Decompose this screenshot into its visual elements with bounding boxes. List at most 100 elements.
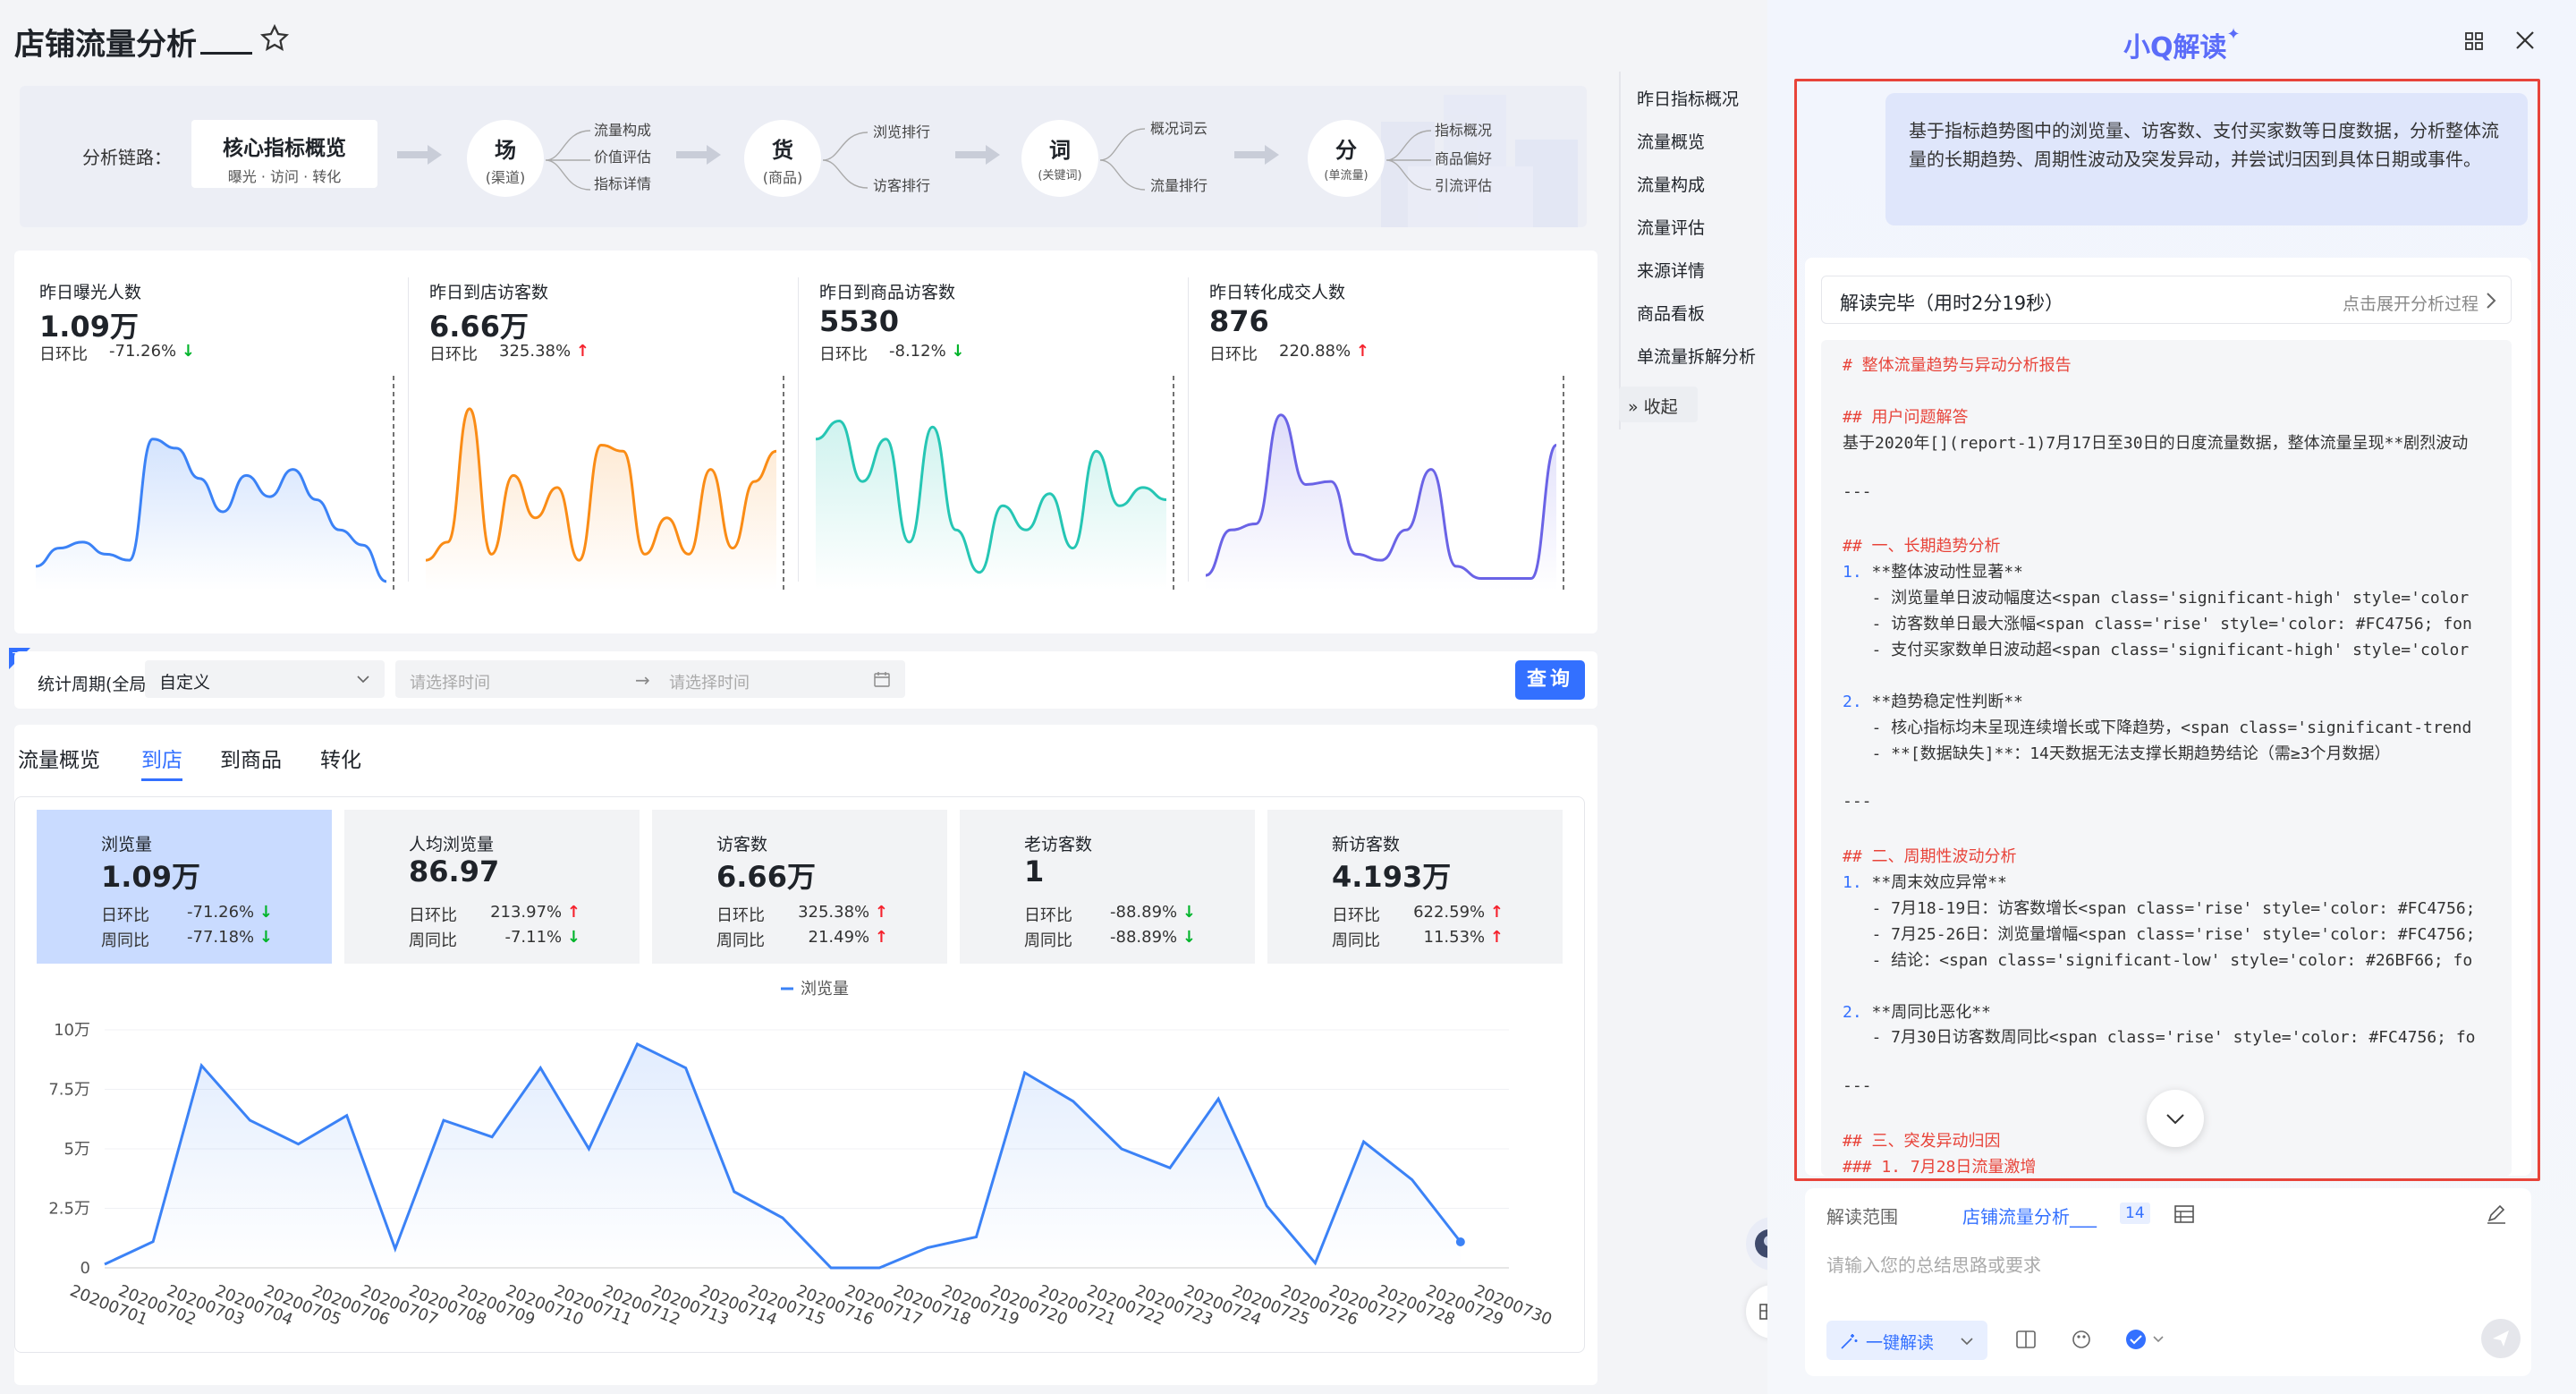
kpi-conversion[interactable]: 昨日转化成交人数 876 日环比 220.88% ↑: [1184, 251, 1574, 608]
collapse-button[interactable]: » 收起: [1619, 387, 1698, 422]
chevron-down-icon[interactable]: [1959, 1333, 1975, 1349]
sparkline-area: [1206, 414, 1556, 591]
tab-conversion[interactable]: 转化: [320, 743, 361, 773]
metric-card-new-visitors[interactable]: 新访客数 4.193万 日环比 622.59% ↑ 周同比 11.53% ↑: [1267, 810, 1563, 964]
magic-wand-icon: [1841, 1334, 1858, 1349]
filter-bar: 统计周期(全局) 自定义 请选择时间 → 请选择时间 查询: [14, 651, 1597, 709]
report-line: ---: [1843, 1076, 1872, 1096]
filter-label: 统计周期(全局): [38, 675, 153, 694]
chain-sub-item[interactable]: 概况词云: [1150, 116, 1208, 138]
report-line: 2. **周同比恶化**: [1843, 1002, 1991, 1022]
metric-day-ratio: 213.97% ↑: [490, 903, 580, 922]
core-metrics-box[interactable]: 核心指标概览 曝光 · 访问 · 转化: [191, 120, 377, 188]
expand-process-link[interactable]: 点击展开分析过程: [2343, 291, 2479, 315]
edit-icon[interactable]: [2485, 1203, 2508, 1226]
period-select[interactable]: 自定义: [145, 660, 385, 698]
tab-to-store[interactable]: 到店: [141, 743, 182, 781]
metric-card-old-visitors[interactable]: 老访客数 1 日环比 -88.89% ↓ 周同比 -88.89% ↓: [960, 810, 1255, 964]
chain-node-channel[interactable]: 场 (渠道): [467, 120, 544, 197]
report-line: # 整体流量趋势与异动分析报告: [1843, 356, 2072, 375]
kpi-value: 876: [1209, 304, 1269, 338]
close-icon[interactable]: [2513, 29, 2537, 52]
end-date-input[interactable]: 请选择时间: [669, 670, 750, 693]
chain-node-single[interactable]: 分 (单流量): [1308, 120, 1385, 197]
metric-day-ratio: -71.26% ↓: [187, 903, 273, 922]
metric-day-ratio: -88.89% ↓: [1110, 903, 1196, 922]
metric-week-ratio: -77.18% ↓: [187, 928, 273, 947]
node-title: 场: [495, 138, 516, 163]
arrow-right-icon: [1234, 145, 1279, 165]
tab-to-goods[interactable]: 到商品: [220, 743, 282, 773]
report-line: ### 1. 7月28日流量激增: [1843, 1157, 2037, 1176]
grid-icon[interactable]: [2463, 30, 2485, 52]
chain-sub-item[interactable]: 价值评估: [594, 145, 651, 166]
double-chevron-icon: »: [1628, 397, 1639, 417]
kpi-label: 昨日曝光人数: [39, 283, 142, 302]
date-range-picker[interactable]: 请选择时间 → 请选择时间: [395, 660, 905, 698]
chain-node-keyword[interactable]: 词 (关键词): [1021, 120, 1098, 197]
palette-icon[interactable]: [2068, 1326, 2095, 1353]
send-button[interactable]: [2481, 1319, 2521, 1358]
scroll-down-button[interactable]: [2147, 1090, 2204, 1147]
nav-item[interactable]: 流量概览: [1637, 129, 1705, 153]
kpi-ratio-label: 日环比: [819, 345, 868, 364]
one-click-interpret-button[interactable]: 一键解读: [1826, 1321, 1987, 1360]
scope-link[interactable]: 店铺流量分析___: [1962, 1203, 2097, 1228]
chain-sub-item[interactable]: 浏览排行: [873, 120, 930, 141]
nav-item[interactable]: 流量评估: [1637, 215, 1705, 239]
metrics-panel: 浏览量 1.09万 日环比 -71.26% ↓ 周同比 -77.18% ↓ 人均…: [14, 796, 1585, 1353]
report-line: ## 二、周期性波动分析: [1843, 847, 2017, 867]
report-line: 1. **周末效应异常**: [1843, 873, 2007, 892]
prompt-box: 解读范围 店铺流量分析___ 14 请输入您的总结思路或要求 一键解读: [1805, 1188, 2531, 1376]
model-select-icon[interactable]: [2123, 1326, 2168, 1353]
core-subtitle: 曝光 · 访问 · 转化: [227, 168, 342, 185]
nav-item[interactable]: 来源详情: [1637, 258, 1705, 282]
prompt-input[interactable]: 请输入您的总结思路或要求: [1826, 1251, 2041, 1277]
table-icon[interactable]: [2174, 1204, 2195, 1224]
node-title: 分: [1335, 138, 1357, 163]
kpi-sparkline: [425, 376, 784, 591]
metric-value: 4.193万: [1332, 860, 1452, 894]
query-button[interactable]: 查询: [1515, 660, 1585, 700]
scope-label: 解读范围: [1826, 1206, 1898, 1228]
metric-value: 1.09万: [101, 860, 200, 894]
answer-header[interactable]: 解读完毕（用时2分19秒） 点击展开分析过程: [1821, 276, 2512, 324]
chain-sub-item[interactable]: 流量构成: [594, 118, 651, 140]
tab-overview[interactable]: 流量概览: [18, 743, 100, 773]
start-date-input[interactable]: 请选择时间: [410, 670, 490, 693]
nav-item[interactable]: 商品看板: [1637, 301, 1705, 325]
report-line: - 结论：<span class='significant-low' style…: [1843, 950, 2473, 970]
chain-sub-item[interactable]: 指标概况: [1435, 118, 1492, 140]
metric-value: 1: [1024, 854, 1045, 888]
book-icon[interactable]: [2012, 1326, 2039, 1353]
nav-item[interactable]: 单流量拆解分析: [1637, 344, 1756, 368]
nav-item[interactable]: 昨日指标概况: [1637, 86, 1739, 110]
chain-sub-item[interactable]: 访客排行: [873, 174, 930, 195]
report-line: ---: [1843, 792, 1872, 812]
chain-node-goods[interactable]: 货 (商品): [744, 120, 821, 197]
metric-day-label: 日环比: [1024, 906, 1072, 925]
chain-sub-item[interactable]: 指标详情: [594, 172, 651, 193]
kpi-goods-visitors[interactable]: 昨日到商品访客数 5530 日环比 -8.12% ↓: [794, 251, 1184, 608]
branch-connector-icon: [546, 130, 590, 191]
report-line: 基于2020年[](report-1)7月17日至30日的日度流量数据，整体流量…: [1843, 433, 2469, 453]
report-line: ## 一、长期趋势分析: [1843, 537, 2001, 557]
metric-card-visitors[interactable]: 访客数 6.66万 日环比 325.38% ↑ 周同比 21.49% ↑: [652, 810, 947, 964]
metric-label: 新访客数: [1332, 835, 1401, 854]
report-line: - 7月25-26日：浏览量增幅<span class='rise' style…: [1843, 924, 2476, 944]
chain-sub-item[interactable]: 流量排行: [1150, 174, 1208, 195]
nav-item[interactable]: 流量构成: [1637, 172, 1705, 196]
chain-sub-item[interactable]: 商品偏好: [1435, 147, 1492, 168]
sparkline-area: [36, 438, 386, 591]
calendar-icon: [874, 672, 890, 687]
metric-week-ratio: -88.89% ↓: [1110, 928, 1196, 947]
chain-sub-item[interactable]: 引流评估: [1435, 174, 1492, 195]
metric-week-ratio: 11.53% ↑: [1423, 928, 1504, 947]
kpi-store-visitors[interactable]: 昨日到店访客数 6.66万 日环比 325.38% ↑: [404, 251, 794, 608]
star-icon[interactable]: [259, 23, 290, 54]
metric-card-avg-pv[interactable]: 人均浏览量 86.97 日环比 213.97% ↑ 周同比 -7.11% ↓: [344, 810, 640, 964]
metric-day-label: 日环比: [101, 906, 149, 925]
legend-label: 浏览量: [801, 980, 849, 999]
kpi-exposure[interactable]: 昨日曝光人数 1.09万 日环比 -71.26% ↓: [14, 251, 404, 608]
metric-card-pv[interactable]: 浏览量 1.09万 日环比 -71.26% ↓ 周同比 -77.18% ↓: [37, 810, 332, 964]
